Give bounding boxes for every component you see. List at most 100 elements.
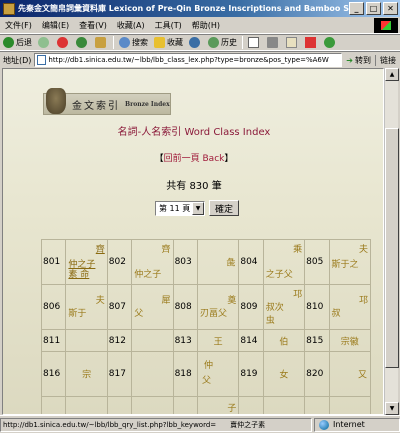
entry-word[interactable]: 女 [262,351,306,397]
favorites-label: 收藏 [167,38,183,47]
entry-word[interactable]: 宗 [65,351,108,397]
refresh-button[interactable] [73,35,92,50]
media-button[interactable] [186,35,205,50]
entry-word[interactable]: 齊仲之子 [131,239,174,285]
security-zone: Internet [314,417,400,432]
entry-word[interactable]: 王姬 [328,396,372,414]
entry-word[interactable]: 邛叔 [328,284,372,330]
pdf-button[interactable] [302,35,321,50]
entry-word-line1: 夫 [358,245,368,255]
entry-word[interactable] [65,329,108,352]
page-icon [37,55,47,65]
search-button[interactable]: 搜索 [116,35,151,50]
pdf-icon [305,37,316,48]
bronze-index-banner: 金文索引 Bronze Index [43,88,171,115]
globe-icon [319,419,329,430]
entry-word[interactable]: 乘之子父 [262,239,306,285]
entry-word[interactable] [65,396,108,414]
entry-word[interactable]: 彘 [196,239,240,285]
entry-word[interactable]: 皓 [262,396,306,414]
page-select-value: 第 11 頁 [159,203,191,213]
chevron-down-icon[interactable]: ▼ [192,201,204,215]
back-link-row: 【回前一頁 Back】 [3,151,383,164]
entry-word[interactable]: 疑 [131,396,174,414]
back-label: 后退 [16,38,32,47]
favorites-button[interactable]: 收藏 [151,35,186,50]
maximize-button[interactable]: □ [366,2,381,15]
entry-word[interactable] [131,351,174,397]
entry-word[interactable]: 王 [196,329,240,352]
toolbar-separator [242,36,243,49]
menu-edit[interactable]: 编辑(E) [37,20,74,31]
entry-word-line1: 彘 [226,258,236,269]
bronze-vessel-icon [46,88,66,114]
entry-word[interactable]: 奠刃畐父 [196,284,240,330]
entry-word-line1: 邛 [293,290,303,300]
menu-view[interactable]: 查看(V) [74,20,112,31]
entry-word-line2: 父 [134,309,144,319]
entry-number: 812 [106,329,133,352]
media-icon [189,37,200,48]
links-button[interactable]: 链接 [375,54,400,66]
history-button[interactable]: 历史 [205,35,240,50]
back-button[interactable]: 后退 [0,35,35,50]
entry-word[interactable]: 伯 [262,329,306,352]
mail-button[interactable] [245,35,264,50]
forward-arrow-icon [38,37,49,48]
entry-number: 818 [172,351,198,397]
table-row: 821 822 疑 823 子父 824 皓 825 王姬 [40,396,372,414]
menu-file[interactable]: 文件(F) [0,20,37,31]
entry-word-line1: 乘 [293,245,303,255]
entry-word-line2: 斯于之 [331,260,359,270]
entry-word-line2: 叔次 [265,303,284,313]
entry-word[interactable]: 犀父 [131,284,174,330]
entry-word[interactable]: 夫斯于之 [328,239,372,285]
table-row: 806 夫斯于 807 犀父 808 奠刃畐父 809 邛叔次虫 810 邛叔 [40,284,372,330]
menu-favorites[interactable]: 收藏(A) [112,20,150,31]
entry-number: 804 [238,239,264,285]
entry-word-line1: 齊 [161,245,171,255]
entry-number: 807 [106,284,133,330]
menu-tools[interactable]: 工具(T) [150,20,187,31]
home-button[interactable] [92,35,111,50]
entry-word[interactable]: 齊仲之子素 命 [65,239,108,285]
edit-button[interactable] [283,35,302,50]
stop-button[interactable] [54,35,73,50]
entry-word-line1: 王 [213,337,223,347]
scroll-thumb[interactable] [385,128,399,368]
go-button[interactable]: ➔ 转到 [342,55,375,66]
entry-word[interactable]: 邛叔次虫 [262,284,306,330]
print-button[interactable] [264,35,283,50]
back-arrow-icon [3,37,14,48]
submit-button[interactable]: 確定 [209,200,240,216]
entry-word[interactable]: 仲父 [196,351,240,397]
toolbar-separator [113,36,114,49]
entry-word[interactable]: 夫斯于 [65,284,108,330]
vertical-scrollbar[interactable]: ▲ ▼ [384,68,399,415]
entry-number: 805 [304,239,330,285]
forward-button[interactable] [35,35,54,50]
entry-word[interactable]: 又 [328,351,372,397]
url-field[interactable]: http://db1.sinica.edu.tw/~lbb/lbb_class_… [34,53,343,67]
banner-title-en: Bronze Index [125,100,170,108]
entry-word[interactable]: 宗徽 [328,329,372,352]
scroll-down-icon[interactable]: ▼ [385,402,399,415]
entry-word-line2: 父 [201,376,211,386]
entry-word-line2: 之子父 [265,270,293,280]
browser-app-icon [3,2,15,15]
messenger-button[interactable] [321,35,340,50]
entry-word[interactable] [131,329,174,352]
window-titlebar[interactable]: 先秦金文簡帛詞彙資料庫 Lexicon of Pre-Qin Bronze In… [0,0,400,17]
back-link[interactable]: 回前一頁 Back [164,154,225,164]
entry-word[interactable]: 子父 [196,396,240,414]
history-label: 历史 [221,38,237,47]
minimize-button[interactable]: _ [349,2,364,15]
entry-number: 801 [40,239,67,285]
page-viewport: 金文索引 Bronze Index 名詞-人名索引 Word Class Ind… [2,68,384,415]
menu-help[interactable]: 帮助(H) [187,20,225,31]
close-button[interactable]: ✕ [383,2,398,15]
entry-word-line2: 仲之子 [134,270,162,280]
page-select[interactable]: 第 11 頁 ▼ [155,200,205,216]
scroll-up-icon[interactable]: ▲ [385,68,399,81]
entry-number: 822 [106,396,133,414]
